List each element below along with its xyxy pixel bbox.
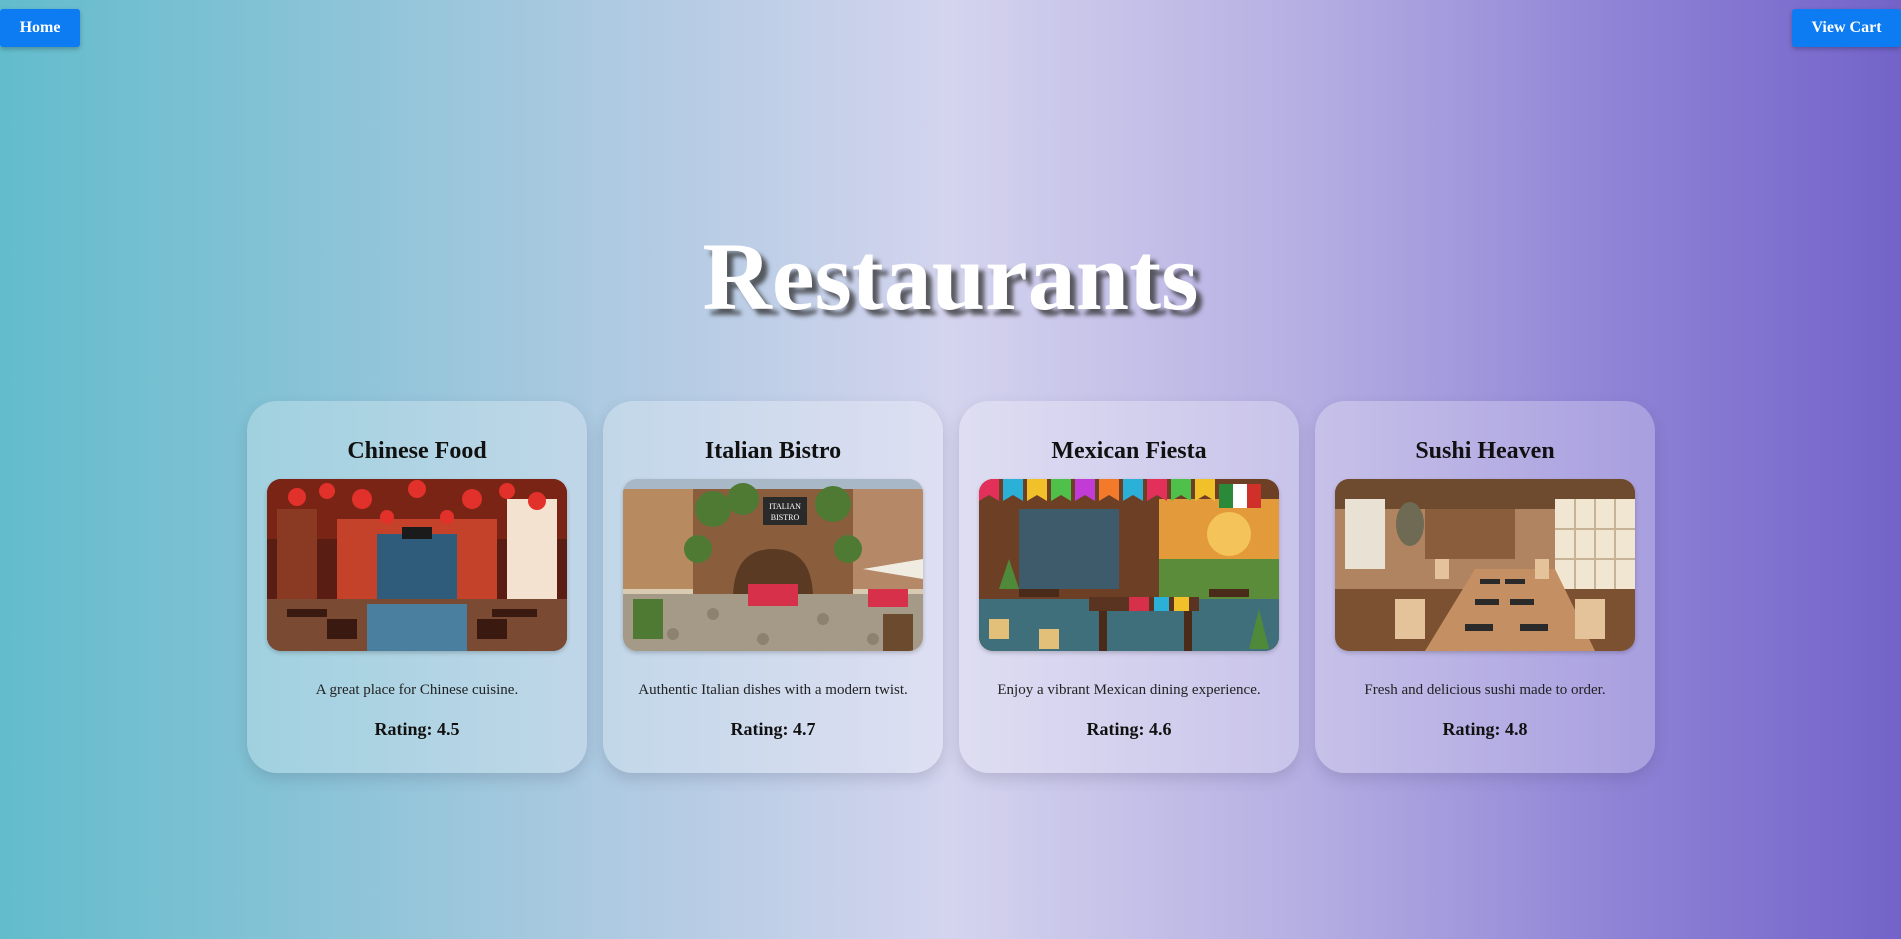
restaurant-card-italian-bistro[interactable]: Italian Bistro ITALIAN BISTRO Authentic …: [603, 401, 943, 773]
restaurant-list: Chinese Food A great place for Chinese c…: [247, 401, 1655, 773]
sushi-restaurant-image: [1335, 479, 1635, 651]
restaurant-description: Authentic Italian dishes with a modern t…: [638, 682, 908, 698]
restaurant-card-mexican-fiesta[interactable]: Mexican Fiesta Enjoy a vibrant Mexican d…: [959, 401, 1299, 773]
page-title: Restaurants: [702, 223, 1199, 330]
restaurant-name: Italian Bistro: [704, 438, 842, 464]
restaurant-description: Fresh and delicious sushi made to order.: [1364, 682, 1606, 698]
restaurant-rating: Rating: 4.8: [1442, 719, 1528, 739]
restaurant-description: Enjoy a vibrant Mexican dining experienc…: [997, 682, 1261, 698]
chinese-restaurant-image: [267, 479, 567, 651]
restaurant-name: Mexican Fiesta: [1051, 438, 1207, 464]
svg-text:BISTRO: BISTRO: [771, 513, 800, 522]
home-button[interactable]: Home: [0, 9, 80, 47]
restaurant-description: A great place for Chinese cuisine.: [315, 682, 519, 698]
restaurant-rating: Rating: 4.6: [1086, 719, 1172, 739]
restaurant-card-sushi-heaven[interactable]: Sushi Heaven Fresh and delicious sushi m…: [1315, 401, 1655, 773]
restaurant-name: Sushi Heaven: [1415, 438, 1555, 464]
italian-bistro-image: ITALIAN BISTRO: [623, 479, 923, 651]
svg-text:ITALIAN: ITALIAN: [769, 502, 801, 511]
mexican-restaurant-image: [979, 479, 1279, 651]
restaurant-rating: Rating: 4.5: [374, 719, 460, 739]
restaurant-card-chinese-food[interactable]: Chinese Food A great place for Chinese c…: [247, 401, 587, 773]
view-cart-button[interactable]: View Cart: [1792, 9, 1901, 47]
restaurant-name: Chinese Food: [347, 438, 487, 464]
restaurant-rating: Rating: 4.7: [730, 719, 816, 739]
